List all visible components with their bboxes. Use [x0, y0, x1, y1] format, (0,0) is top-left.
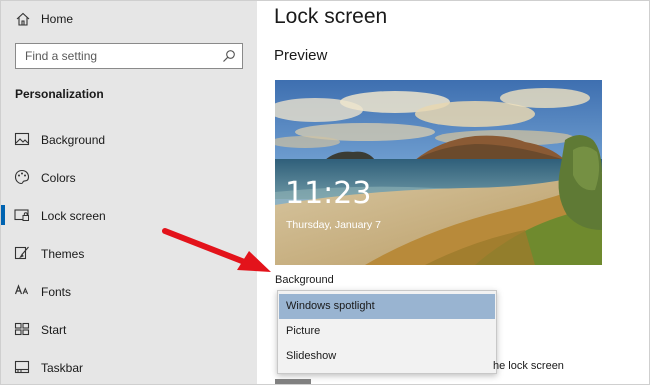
sidebar-item-label: Themes — [41, 247, 85, 261]
page-title: Lock screen — [274, 5, 388, 28]
dropdown-option-picture[interactable]: Picture — [279, 319, 495, 344]
nav-home[interactable]: Home — [1, 1, 257, 37]
search-box[interactable] — [15, 43, 243, 69]
sidebar-item-taskbar[interactable]: Taskbar — [1, 349, 257, 384]
settings-window: Home Personalization Background Colors — [0, 0, 650, 385]
section-title: Personalization — [15, 87, 104, 101]
fonts-icon — [14, 284, 29, 295]
sidebar-item-label: Background — [41, 133, 106, 147]
sidebar-item-label: Lock screen — [41, 209, 106, 223]
lock-screen-preview: 11:23 Thursday, January 7 — [275, 80, 602, 265]
sidebar-item-colors[interactable]: Colors — [1, 159, 257, 195]
preview-heading: Preview — [274, 47, 328, 64]
taskbar-icon — [14, 360, 30, 374]
sidebar-item-label: Fonts — [41, 285, 72, 299]
nav-home-label: Home — [41, 12, 74, 26]
search-icon[interactable] — [222, 49, 236, 63]
palette-icon — [14, 169, 30, 185]
dropdown-option-slideshow[interactable]: Slideshow — [279, 344, 495, 369]
themes-brush-icon — [14, 246, 29, 260]
lock-screen-icon — [14, 209, 29, 221]
sidebar-item-background[interactable]: Background — [1, 121, 257, 157]
picture-icon — [14, 132, 30, 146]
lock-screen-setting-text: he lock screen — [493, 360, 564, 372]
preview-time: 11:23 — [285, 176, 372, 211]
background-dropdown-list[interactable]: Windows spotlight Picture Slideshow — [277, 290, 497, 374]
sidebar-item-label: Taskbar — [41, 361, 84, 375]
preview-landscape-image — [275, 80, 602, 265]
home-icon — [16, 12, 30, 26]
sidebar: Home Personalization Background Colors — [1, 1, 257, 384]
sidebar-item-label: Start — [41, 323, 67, 337]
search-input[interactable] — [16, 44, 216, 68]
preview-date: Thursday, January 7 — [286, 219, 381, 231]
red-arrow-icon — [162, 228, 271, 272]
toggle-switch[interactable] — [275, 379, 311, 384]
background-label: Background — [275, 274, 334, 286]
start-grid-icon — [14, 322, 30, 336]
dropdown-option-windows-spotlight[interactable]: Windows spotlight — [279, 294, 495, 319]
main-content: Lock screen Preview 11:23 Thursday, Janu… — [257, 1, 649, 384]
sidebar-item-label: Colors — [41, 171, 76, 185]
sidebar-item-start[interactable]: Start — [1, 311, 257, 347]
